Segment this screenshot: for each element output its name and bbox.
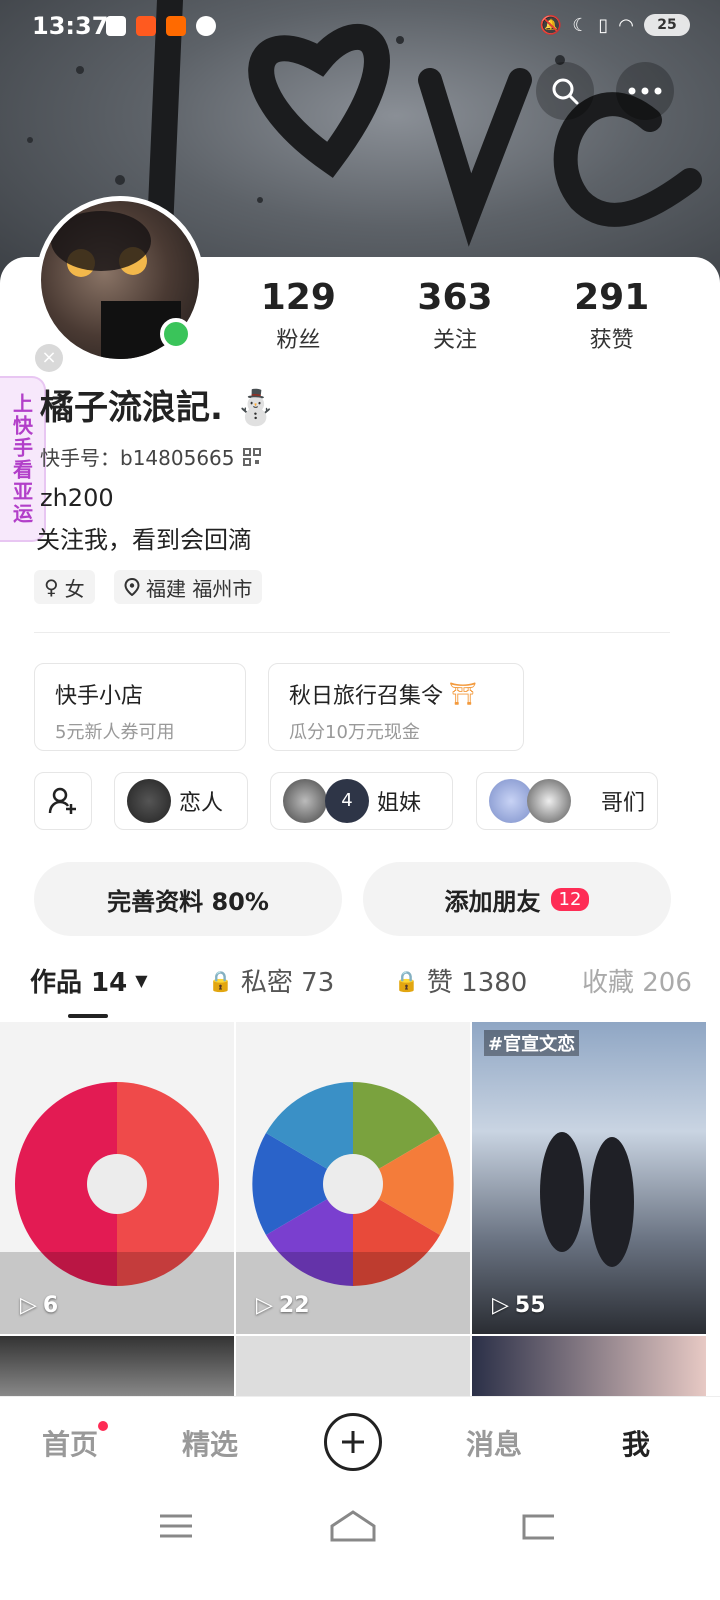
sim-icon: ▯ [598, 14, 609, 36]
play-icon: ▷ [20, 1293, 37, 1318]
section-divider [34, 632, 670, 633]
shop-subtitle: 5元新人券可用 [55, 722, 175, 743]
travel-subtitle: 瓜分10万元现金 [289, 722, 420, 743]
group-avatar [127, 779, 171, 823]
group-label: 哥们 [600, 791, 645, 816]
online-status-dot [160, 318, 192, 350]
qr-code-icon [242, 447, 261, 466]
app-icon [166, 16, 186, 36]
more-icon [628, 87, 662, 95]
play-count: ▷ 22 [256, 1293, 310, 1318]
following-label: 关注 [433, 328, 478, 353]
dropdown-caret-icon: ▼ [135, 971, 148, 990]
group-avatar [283, 779, 327, 823]
likes-count: 291 [574, 277, 650, 318]
back-icon[interactable] [522, 1514, 554, 1540]
create-post-button[interactable] [324, 1413, 382, 1471]
group-label: 恋人 [179, 791, 224, 816]
snowman-icon: ⛄ [222, 388, 278, 428]
lock-icon: 🔒 [208, 968, 233, 993]
kuaishou-id[interactable]: 快手号：b14805665 [40, 442, 261, 471]
post-thumbnail[interactable] [0, 1336, 234, 1396]
post-thumbnail[interactable] [236, 1336, 470, 1396]
mute-icon: 🔕 [539, 14, 563, 36]
profile-stats: 129 粉丝 363 关注 291 获赞 [220, 278, 690, 354]
add-group-button[interactable] [34, 772, 92, 830]
search-icon [552, 78, 579, 105]
stat-likes[interactable]: 291 获赞 [533, 278, 690, 354]
wifi-icon: ◠ [618, 14, 634, 36]
active-tab-indicator [68, 1014, 108, 1018]
female-icon: ♀ [44, 575, 59, 599]
side-banner-label: 上快手看亚运 [9, 393, 34, 525]
video-app-icon [106, 16, 126, 36]
following-count: 363 [417, 277, 493, 318]
add-friend-button[interactable]: 添加朋友 12 [363, 862, 671, 936]
post-thumbnail[interactable]: #官宣文恋 ▷ 55 [472, 1022, 706, 1334]
stat-following[interactable]: 363 关注 [377, 278, 534, 354]
play-count: ▷ 55 [492, 1293, 546, 1318]
friend-request-badge: 12 [550, 887, 590, 911]
nav-home[interactable]: 首页 [42, 1423, 98, 1463]
home-icon[interactable] [330, 1510, 376, 1542]
nav-featured[interactable]: 精选 [182, 1423, 238, 1463]
menu-icon[interactable] [160, 1514, 192, 1538]
gender-tag: ♀ 女 [34, 570, 95, 604]
tab-liked[interactable]: 🔒 赞 1380 [394, 962, 527, 999]
fans-label: 粉丝 [276, 328, 321, 353]
group-label: 姐妹 [377, 791, 422, 816]
complete-profile-button[interactable]: 完善资料 80% [34, 862, 342, 936]
pagoda-icon: ⛩ [449, 681, 477, 707]
bio-line-1: zh200 [40, 484, 114, 512]
system-nav-bar [0, 1486, 720, 1600]
shop-title: 快手小店 [55, 684, 144, 709]
search-button[interactable] [536, 62, 594, 120]
more-button[interactable] [616, 62, 674, 120]
nav-me[interactable]: 我 [622, 1423, 650, 1463]
play-icon: ▷ [492, 1293, 509, 1318]
fans-count: 129 [260, 277, 336, 318]
post-thumbnail[interactable]: ▷ 22 [236, 1022, 470, 1334]
status-time: 13:37 [32, 12, 109, 40]
moon-icon: ☾ [572, 14, 589, 36]
lock-icon: 🔒 [394, 968, 419, 993]
listen-app-icon [136, 16, 156, 36]
group-bros[interactable]: 哥们 [476, 772, 658, 830]
play-icon: ▷ [256, 1293, 273, 1318]
close-banner-button[interactable]: × [35, 344, 63, 372]
group-lovers[interactable]: 恋人 [114, 772, 248, 830]
group-member-count: 4 [325, 779, 369, 823]
location-pin-icon [124, 578, 140, 596]
home-notification-dot [98, 1421, 108, 1431]
kuaishou-shop-card[interactable]: 快手小店 5元新人券可用 [34, 663, 246, 751]
tab-favorites[interactable]: 收藏 206 [582, 962, 692, 999]
stat-fans[interactable]: 129 粉丝 [220, 278, 377, 354]
post-thumbnail[interactable] [472, 1336, 706, 1396]
bio-line-2: 关注我，看到会回滴 [36, 526, 252, 554]
app-icon-2 [196, 16, 216, 36]
group-avatar [527, 779, 571, 823]
profile-name: 橘子流浪記. ⛄ [40, 388, 278, 428]
nav-messages[interactable]: 消息 [466, 1423, 522, 1463]
post-thumbnail[interactable]: ▷ 6 [0, 1022, 234, 1334]
tab-works[interactable]: 作品 14 ▼ [30, 962, 148, 999]
travel-title: 秋日旅行召集令 ⛩ [289, 681, 477, 710]
plus-icon [342, 1431, 364, 1453]
travel-campaign-card[interactable]: 秋日旅行召集令 ⛩ 瓜分10万元现金 [268, 663, 524, 751]
status-bar: 13:37 🔕 ☾ ▯ ◠ 25 [0, 0, 720, 56]
location-tag: 福建 福州市 [114, 570, 263, 604]
tab-private[interactable]: 🔒 私密 73 [208, 962, 334, 999]
add-person-icon [48, 787, 76, 814]
battery-indicator: 25 [644, 14, 690, 36]
likes-label: 获赞 [589, 328, 634, 353]
bottom-nav: 首页 精选 消息 我 [0, 1396, 720, 1486]
content-tabs: 作品 14 ▼ 🔒 私密 73 🔒 赞 1380 收藏 206 [0, 962, 720, 1022]
play-count: ▷ 6 [20, 1293, 59, 1318]
group-sisters[interactable]: 4 姐妹 [270, 772, 453, 830]
